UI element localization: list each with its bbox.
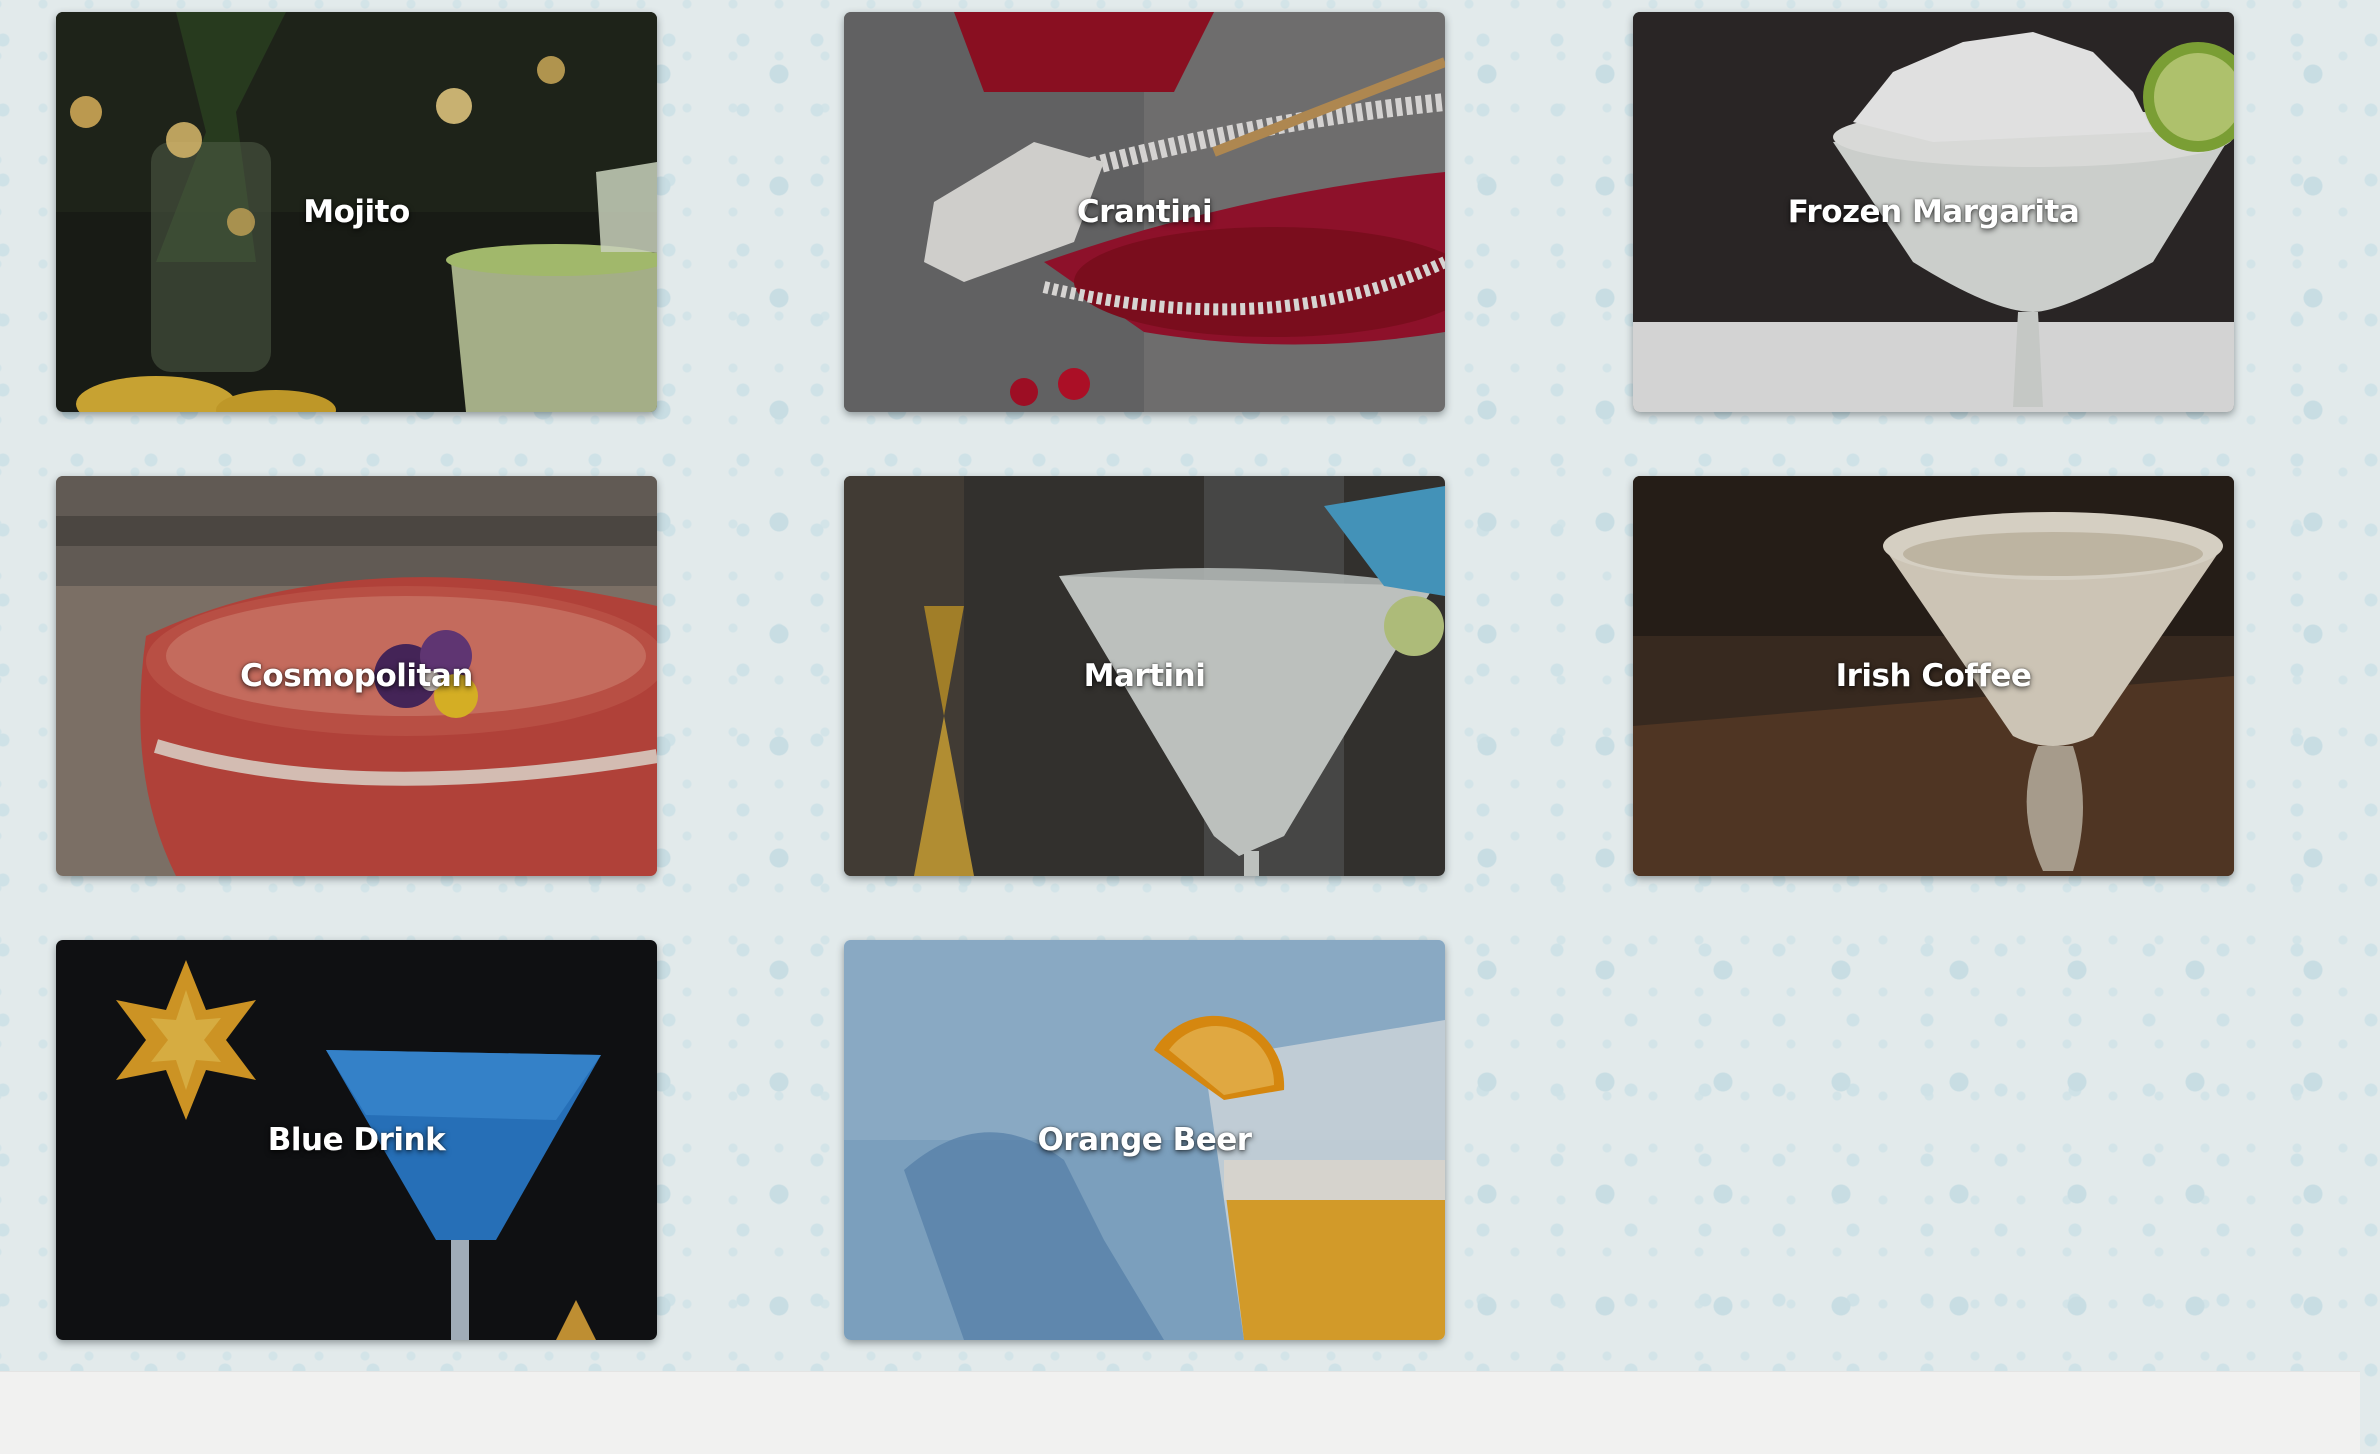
drink-card-label: Irish Coffee <box>1835 658 2032 694</box>
drink-card-label: Martini <box>1083 658 1206 694</box>
drink-card-label: Blue Drink <box>267 1122 446 1158</box>
drink-card-label: Cosmopolitan <box>240 658 473 694</box>
drink-card-frozen-margarita[interactable]: Frozen Margarita <box>1633 12 2234 412</box>
drink-card-orange-beer[interactable]: Orange Beer <box>844 940 1445 1340</box>
drinks-grid: Mojito Crantini Frozen Margarita Cosmopo… <box>0 0 2380 1372</box>
page-footer <box>0 1372 2360 1454</box>
drink-card-label: Frozen Margarita <box>1787 194 2080 230</box>
drink-card-irish-coffee[interactable]: Irish Coffee <box>1633 476 2234 876</box>
drink-card-cosmopolitan[interactable]: Cosmopolitan <box>56 476 657 876</box>
drink-card-martini[interactable]: Martini <box>844 476 1445 876</box>
drink-card-blue-drink[interactable]: Blue Drink <box>56 940 657 1340</box>
drink-card-mojito[interactable]: Mojito <box>56 12 657 412</box>
drink-card-crantini[interactable]: Crantini <box>844 12 1445 412</box>
drink-card-label: Mojito <box>303 194 410 230</box>
drink-card-label: Orange Beer <box>1037 1122 1252 1158</box>
drink-card-label: Crantini <box>1076 194 1213 230</box>
